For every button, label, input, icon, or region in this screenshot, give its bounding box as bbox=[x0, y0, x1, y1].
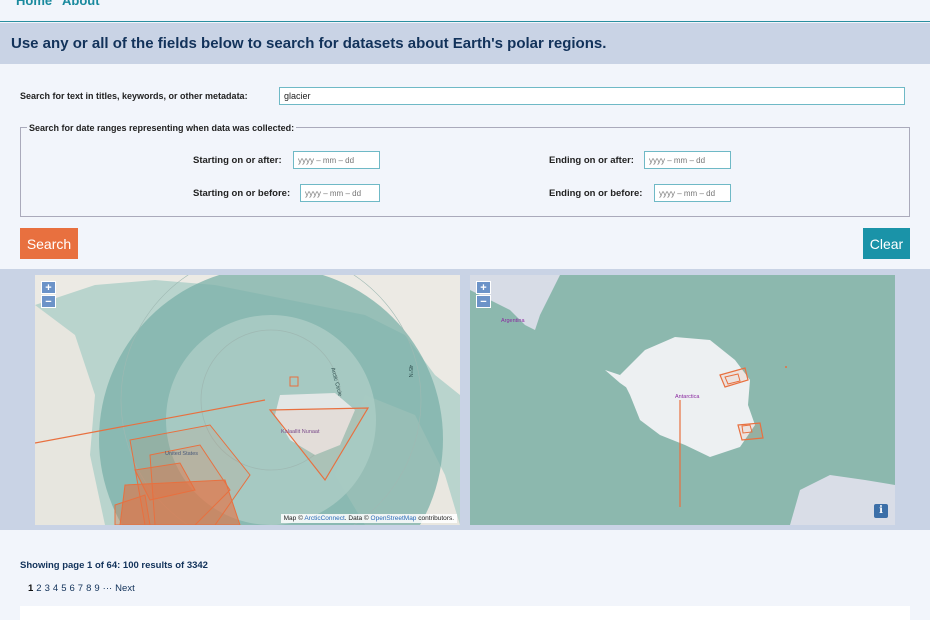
openstreetmap-link[interactable]: OpenStreetMap bbox=[371, 515, 417, 522]
text-search-label: Search for text in titles, keywords, or … bbox=[20, 91, 248, 101]
greenland-label: Kalaallit Nunaat bbox=[281, 429, 320, 435]
arctic-map-attribution: Map © ArcticConnect. Data © OpenStreetMa… bbox=[280, 514, 457, 523]
antarctica-label: Antarctica bbox=[675, 394, 700, 400]
info-icon[interactable]: i bbox=[874, 504, 888, 518]
page-banner: Use any or all of the fields below to se… bbox=[0, 23, 930, 64]
start-before-input[interactable] bbox=[300, 184, 380, 202]
antarctic-map[interactable]: + − Argentina Antarctica i bbox=[470, 275, 895, 525]
nav-home-link[interactable]: Home bbox=[16, 0, 52, 8]
date-range-legend: Search for date ranges representing when… bbox=[27, 123, 297, 133]
end-before-input[interactable] bbox=[654, 184, 731, 202]
page-link-3[interactable]: 3 bbox=[45, 583, 50, 594]
results-list bbox=[20, 606, 910, 620]
antarctic-map-graphic bbox=[470, 275, 895, 525]
page-link-5[interactable]: 5 bbox=[61, 583, 66, 594]
text-search-input[interactable] bbox=[279, 87, 905, 105]
arctic-map[interactable]: + − Kalaallit Nunaat United States Arcti… bbox=[35, 275, 460, 525]
start-before-label: Starting on or before: bbox=[193, 188, 291, 199]
start-after-label: Starting on or after: bbox=[193, 155, 282, 166]
arctic-map-graphic bbox=[35, 275, 460, 525]
end-before-label: Ending on or before: bbox=[549, 188, 643, 199]
page-title: Use any or all of the fields below to se… bbox=[11, 35, 607, 52]
search-button[interactable]: Search bbox=[20, 228, 78, 259]
united-states-label: United States bbox=[165, 451, 199, 457]
arctic-zoom-out-button[interactable]: − bbox=[41, 295, 56, 308]
page-link-1[interactable]: 1 bbox=[28, 583, 33, 594]
end-after-input[interactable] bbox=[644, 151, 731, 169]
antarctic-zoom-in-button[interactable]: + bbox=[476, 281, 491, 294]
argentina-label: Argentina bbox=[501, 318, 525, 324]
page-link-6[interactable]: 6 bbox=[69, 583, 74, 594]
page-link-4[interactable]: 4 bbox=[53, 583, 58, 594]
nav-about-link[interactable]: About bbox=[62, 0, 100, 8]
results-summary: Showing page 1 of 64: 100 results of 334… bbox=[20, 560, 208, 571]
pagination: 1 2 3 4 5 6 7 8 9 ··· Next bbox=[28, 583, 138, 594]
meridian-label: 45°N bbox=[407, 365, 413, 378]
page-link-8[interactable]: 8 bbox=[86, 583, 91, 594]
antarctic-zoom-out-button[interactable]: − bbox=[476, 295, 491, 308]
page-ellipsis: ··· bbox=[102, 583, 113, 594]
top-nav: Home About bbox=[0, 0, 930, 22]
arctic-zoom-in-button[interactable]: + bbox=[41, 281, 56, 294]
next-page-link[interactable]: Next bbox=[115, 583, 135, 594]
end-after-label: Ending on or after: bbox=[549, 155, 634, 166]
page-link-2[interactable]: 2 bbox=[36, 583, 41, 594]
date-range-fieldset bbox=[20, 127, 910, 217]
clear-button[interactable]: Clear bbox=[863, 228, 910, 259]
arcticconnect-link[interactable]: ArcticConnect bbox=[304, 515, 344, 522]
page-link-9[interactable]: 9 bbox=[94, 583, 99, 594]
start-after-input[interactable] bbox=[293, 151, 380, 169]
page-link-7[interactable]: 7 bbox=[78, 583, 83, 594]
